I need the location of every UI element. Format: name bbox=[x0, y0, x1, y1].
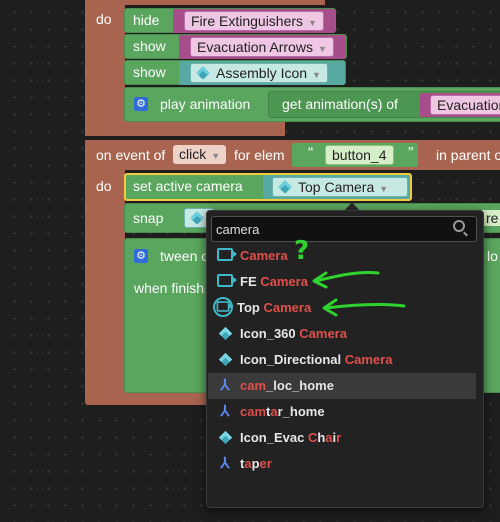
tween-right-text: lo bbox=[487, 248, 498, 264]
dropdown-item-text: r_home bbox=[277, 404, 325, 419]
dropdown-item-text: a bbox=[270, 404, 278, 419]
search-icon[interactable] bbox=[453, 220, 468, 237]
target-dropdown[interactable]: Fire Extinguishers ▼ bbox=[184, 11, 324, 31]
do-label: do bbox=[96, 11, 112, 27]
dropdown-item[interactable]: Icon_Evac Chair bbox=[208, 425, 476, 451]
show-label: show bbox=[133, 38, 166, 54]
gear-icon[interactable]: ⚙ bbox=[134, 97, 148, 111]
dropdown-item-text: C bbox=[307, 430, 318, 445]
elem-text-field[interactable]: button_4 bbox=[325, 145, 394, 165]
target-value: Evacuation Arrows bbox=[197, 39, 313, 55]
dropdown-item[interactable]: ⅄ camtar_home bbox=[208, 399, 476, 425]
dropdown-item-text: Camera bbox=[263, 300, 312, 315]
snap-label: snap bbox=[133, 210, 164, 226]
annotation-arrow-top bbox=[322, 298, 406, 317]
dropdown-item-text: Top bbox=[237, 300, 264, 315]
dropdown-item[interactable]: ⅄ cam_loc_home bbox=[208, 373, 476, 399]
get-animation-label: get animation(s) of bbox=[282, 96, 398, 112]
dropdown-item-text: Camera bbox=[299, 326, 347, 341]
dropdown-item-text: Camera bbox=[260, 274, 308, 289]
dropdown-arrow-icon: ▼ bbox=[308, 18, 317, 28]
dropdown-item-text: cam bbox=[240, 404, 267, 419]
quote-close: ” bbox=[408, 145, 414, 162]
do-block-top-footer bbox=[85, 120, 285, 136]
target-value: Assembly Icon bbox=[216, 65, 308, 81]
object-icon bbox=[216, 425, 234, 451]
dropdown-item[interactable]: Icon_Directional Camera bbox=[208, 347, 476, 373]
object-icon bbox=[278, 180, 292, 194]
event-value: click bbox=[179, 146, 207, 162]
object-icon bbox=[190, 211, 204, 225]
dropdown-item-text: _loc_home bbox=[266, 378, 334, 393]
search-box[interactable] bbox=[211, 216, 477, 242]
do-label: do bbox=[96, 178, 112, 194]
axis-icon: ⅄ bbox=[220, 403, 230, 420]
dropdown-item[interactable]: ⅄ taper bbox=[208, 451, 476, 477]
target-dropdown[interactable]: Assembly Icon ▼ bbox=[190, 63, 328, 83]
dropdown-item-text: FE bbox=[240, 274, 261, 289]
axis-icon: ⅄ bbox=[220, 377, 230, 394]
dropdown-arrow-icon: ▼ bbox=[379, 184, 389, 194]
dropdown-item-text: Camera bbox=[240, 248, 288, 263]
dropdown-item[interactable]: Icon_360 Camera bbox=[208, 321, 476, 347]
search-input[interactable] bbox=[216, 220, 436, 238]
dropdown-item-text: a bbox=[325, 430, 333, 445]
dropdown-item-text: r bbox=[336, 430, 342, 445]
annotation-question-mark: ? bbox=[294, 236, 310, 266]
hide-label: hide bbox=[133, 12, 160, 28]
on-event-label: on event of bbox=[96, 147, 166, 163]
camera-icon bbox=[216, 269, 237, 295]
camera-dropdown[interactable]: Top Camera ▼ bbox=[272, 177, 408, 197]
camera-icon bbox=[216, 243, 237, 269]
play-animation-label: play animation bbox=[160, 96, 251, 112]
animation-target-dropdown[interactable]: Evacuation bbox=[430, 95, 500, 115]
dropdown-item-text: cam bbox=[240, 378, 267, 393]
target-dropdown[interactable]: Evacuation Arrows ▼ bbox=[190, 37, 334, 57]
target-value: Evacuation bbox=[437, 97, 500, 113]
object-icon bbox=[196, 66, 210, 80]
quote-open: “ bbox=[308, 145, 314, 162]
dropdown-arrow-icon: ▼ bbox=[211, 151, 221, 161]
gear-icon[interactable]: ⚙ bbox=[134, 249, 148, 263]
target-value: Fire Extinguishers bbox=[191, 13, 304, 29]
dropdown-item-text: e bbox=[259, 456, 267, 471]
dropdown-item-text: Icon_Evac bbox=[240, 430, 308, 445]
dropdown-arrow-icon: ▼ bbox=[312, 70, 321, 80]
axis-icon: ⅄ bbox=[220, 455, 230, 472]
dropdown-item-text: r bbox=[266, 456, 272, 471]
elem-value: button_4 bbox=[332, 147, 387, 163]
for-elem-label: for elem bbox=[234, 147, 285, 163]
camera-icon bbox=[213, 297, 233, 317]
set-active-camera-label: set active camera bbox=[133, 178, 243, 194]
annotation-arrow-fe bbox=[312, 271, 380, 289]
event-dropdown[interactable]: click ▼ bbox=[173, 145, 227, 164]
dropdown-item-text: Camera bbox=[344, 352, 393, 367]
do-block-top-header bbox=[85, 0, 325, 5]
show-label: show bbox=[133, 64, 166, 80]
when-finished-label: when finish bbox=[134, 280, 205, 296]
dropdown-arrow-icon: ▼ bbox=[317, 44, 327, 54]
object-icon bbox=[216, 347, 234, 373]
dropdown-item-text: p bbox=[251, 456, 260, 471]
dropdown-item-text: Icon_360 bbox=[240, 326, 300, 341]
camera-value: Top Camera bbox=[298, 179, 375, 195]
object-icon bbox=[216, 321, 234, 347]
tween-label: tween c bbox=[160, 248, 209, 264]
in-parent-label: in parent o bbox=[436, 147, 500, 163]
dropdown-item-text: Icon_Directional bbox=[240, 352, 345, 367]
dropdown-item-text: a bbox=[244, 456, 252, 471]
